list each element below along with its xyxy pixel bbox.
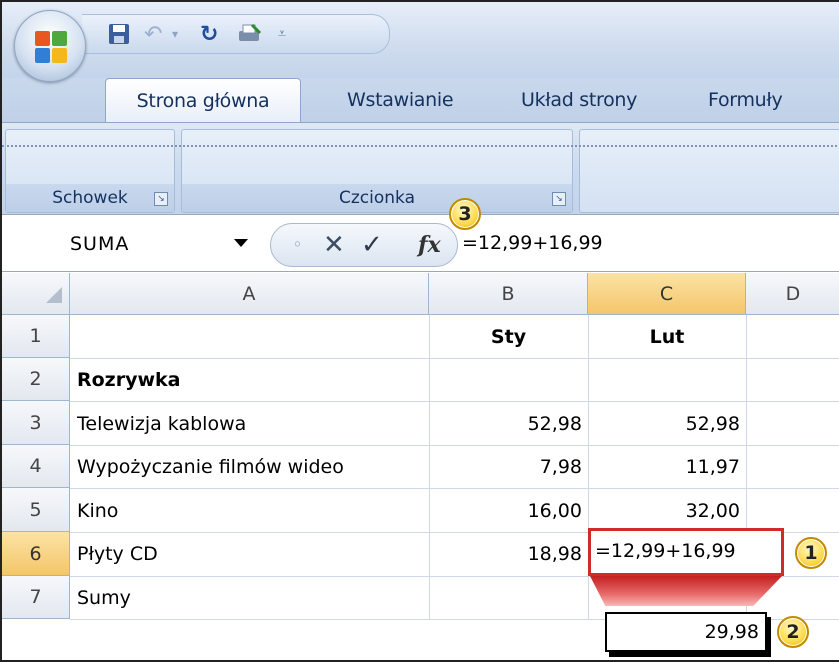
clipboard-group: Schowek ↘ — [5, 129, 175, 213]
name-box-dropdown-icon[interactable] — [234, 239, 248, 247]
office-button[interactable] — [14, 10, 86, 82]
tab-page-layout[interactable]: Układ strony — [521, 78, 637, 122]
cell-b3[interactable]: 52,98 — [429, 404, 588, 444]
ribbon-body: Schowek ↘ Czcionka ↘ — [2, 122, 839, 214]
callout-3: 3 — [449, 198, 481, 230]
excel-window: ↶ ▾ ↻ ⩡ Strona główna Wstawianie Układ s… — [0, 0, 839, 662]
row-header-2[interactable]: 2 — [2, 358, 70, 401]
gridline — [70, 445, 839, 446]
cell-c6-editing[interactable]: =12,99+16,99 — [588, 528, 784, 576]
expand-icon[interactable]: ◦ — [293, 228, 302, 262]
row-header-6[interactable]: 6 — [2, 532, 70, 576]
column-header-d[interactable]: D — [746, 273, 839, 315]
column-header-a[interactable]: A — [70, 273, 429, 315]
clipboard-launcher-icon[interactable]: ↘ — [154, 192, 168, 206]
cancel-icon[interactable]: ✕ — [323, 228, 345, 262]
row-header-4[interactable]: 4 — [2, 445, 70, 488]
cell-c5[interactable]: 32,00 — [588, 491, 746, 531]
result-cell-zoom: 29,98 — [605, 612, 767, 652]
cell-a6[interactable]: Płyty CD — [70, 534, 429, 574]
gridline — [70, 358, 839, 359]
zoom-funnel-graphic — [590, 576, 782, 606]
quick-print-icon[interactable] — [236, 19, 262, 49]
clipboard-group-label: Schowek — [6, 184, 174, 212]
cell-c3[interactable]: 52,98 — [588, 404, 746, 444]
cell-b1[interactable]: Sty — [429, 317, 588, 357]
callout-1: 1 — [795, 537, 827, 569]
formula-buttons: ◦ ✕ ✓ fx — [270, 223, 458, 267]
quick-access-toolbar: ↶ ▾ ↻ ⩡ — [82, 14, 390, 54]
ribbon-tabs: Strona główna Wstawianie Układ strony Fo… — [2, 78, 839, 124]
cell-a3[interactable]: Telewizja kablowa — [70, 404, 429, 444]
alignment-group — [579, 129, 839, 213]
row-header-3[interactable]: 3 — [2, 401, 70, 445]
tab-insert[interactable]: Wstawianie — [347, 78, 454, 122]
insert-function-icon[interactable]: fx — [418, 228, 441, 262]
select-all-icon — [46, 287, 62, 303]
tab-formulas[interactable]: Formuły — [708, 78, 783, 122]
column-header-b[interactable]: B — [429, 273, 588, 315]
formula-bar: SUMA ◦ ✕ ✓ fx =12,99+16,99 — [2, 214, 839, 272]
font-group: Czcionka ↘ — [181, 129, 573, 213]
tab-home[interactable]: Strona główna — [105, 78, 301, 124]
column-header-c[interactable]: C — [588, 273, 746, 315]
row-header-1[interactable]: 1 — [2, 315, 70, 358]
cell-c4[interactable]: 11,97 — [588, 447, 746, 487]
office-logo-icon — [35, 31, 67, 63]
undo-icon[interactable]: ↶ — [144, 19, 162, 49]
undo-dropdown-icon[interactable]: ▾ — [172, 19, 178, 49]
title-bar: ↶ ▾ ↻ ⩡ — [2, 2, 839, 82]
cell-a2[interactable]: Rozrywka — [70, 360, 429, 400]
enter-icon[interactable]: ✓ — [361, 228, 383, 262]
worksheet-grid: A B C D 1 2 3 4 5 6 7 Sty Lut Rozrywka T… — [2, 273, 839, 660]
font-launcher-icon[interactable]: ↘ — [552, 192, 566, 206]
cell-b5[interactable]: 16,00 — [429, 491, 588, 531]
name-box[interactable]: SUMA — [70, 227, 260, 261]
gridline — [70, 401, 839, 402]
cell-c1[interactable]: Lut — [588, 317, 746, 357]
font-group-label: Czcionka — [182, 184, 572, 212]
cell-a7[interactable]: Sumy — [70, 578, 429, 618]
row-header-7[interactable]: 7 — [2, 576, 70, 619]
callout-2: 2 — [777, 616, 809, 648]
cell-a5[interactable]: Kino — [70, 491, 429, 531]
ribbon-crop-line — [2, 145, 839, 147]
save-icon[interactable] — [108, 19, 130, 49]
formula-input[interactable]: =12,99+16,99 — [462, 223, 832, 263]
cell-a4[interactable]: Wypożyczanie filmów wideo — [70, 447, 429, 487]
customize-qat-icon[interactable]: ⩡ — [278, 19, 286, 49]
row-header-5[interactable]: 5 — [2, 488, 70, 532]
cell-b6[interactable]: 18,98 — [429, 534, 588, 574]
cell-b4[interactable]: 7,98 — [429, 447, 588, 487]
gridline — [70, 488, 839, 489]
redo-icon[interactable]: ↻ — [200, 19, 218, 49]
select-all-corner[interactable] — [2, 273, 70, 315]
